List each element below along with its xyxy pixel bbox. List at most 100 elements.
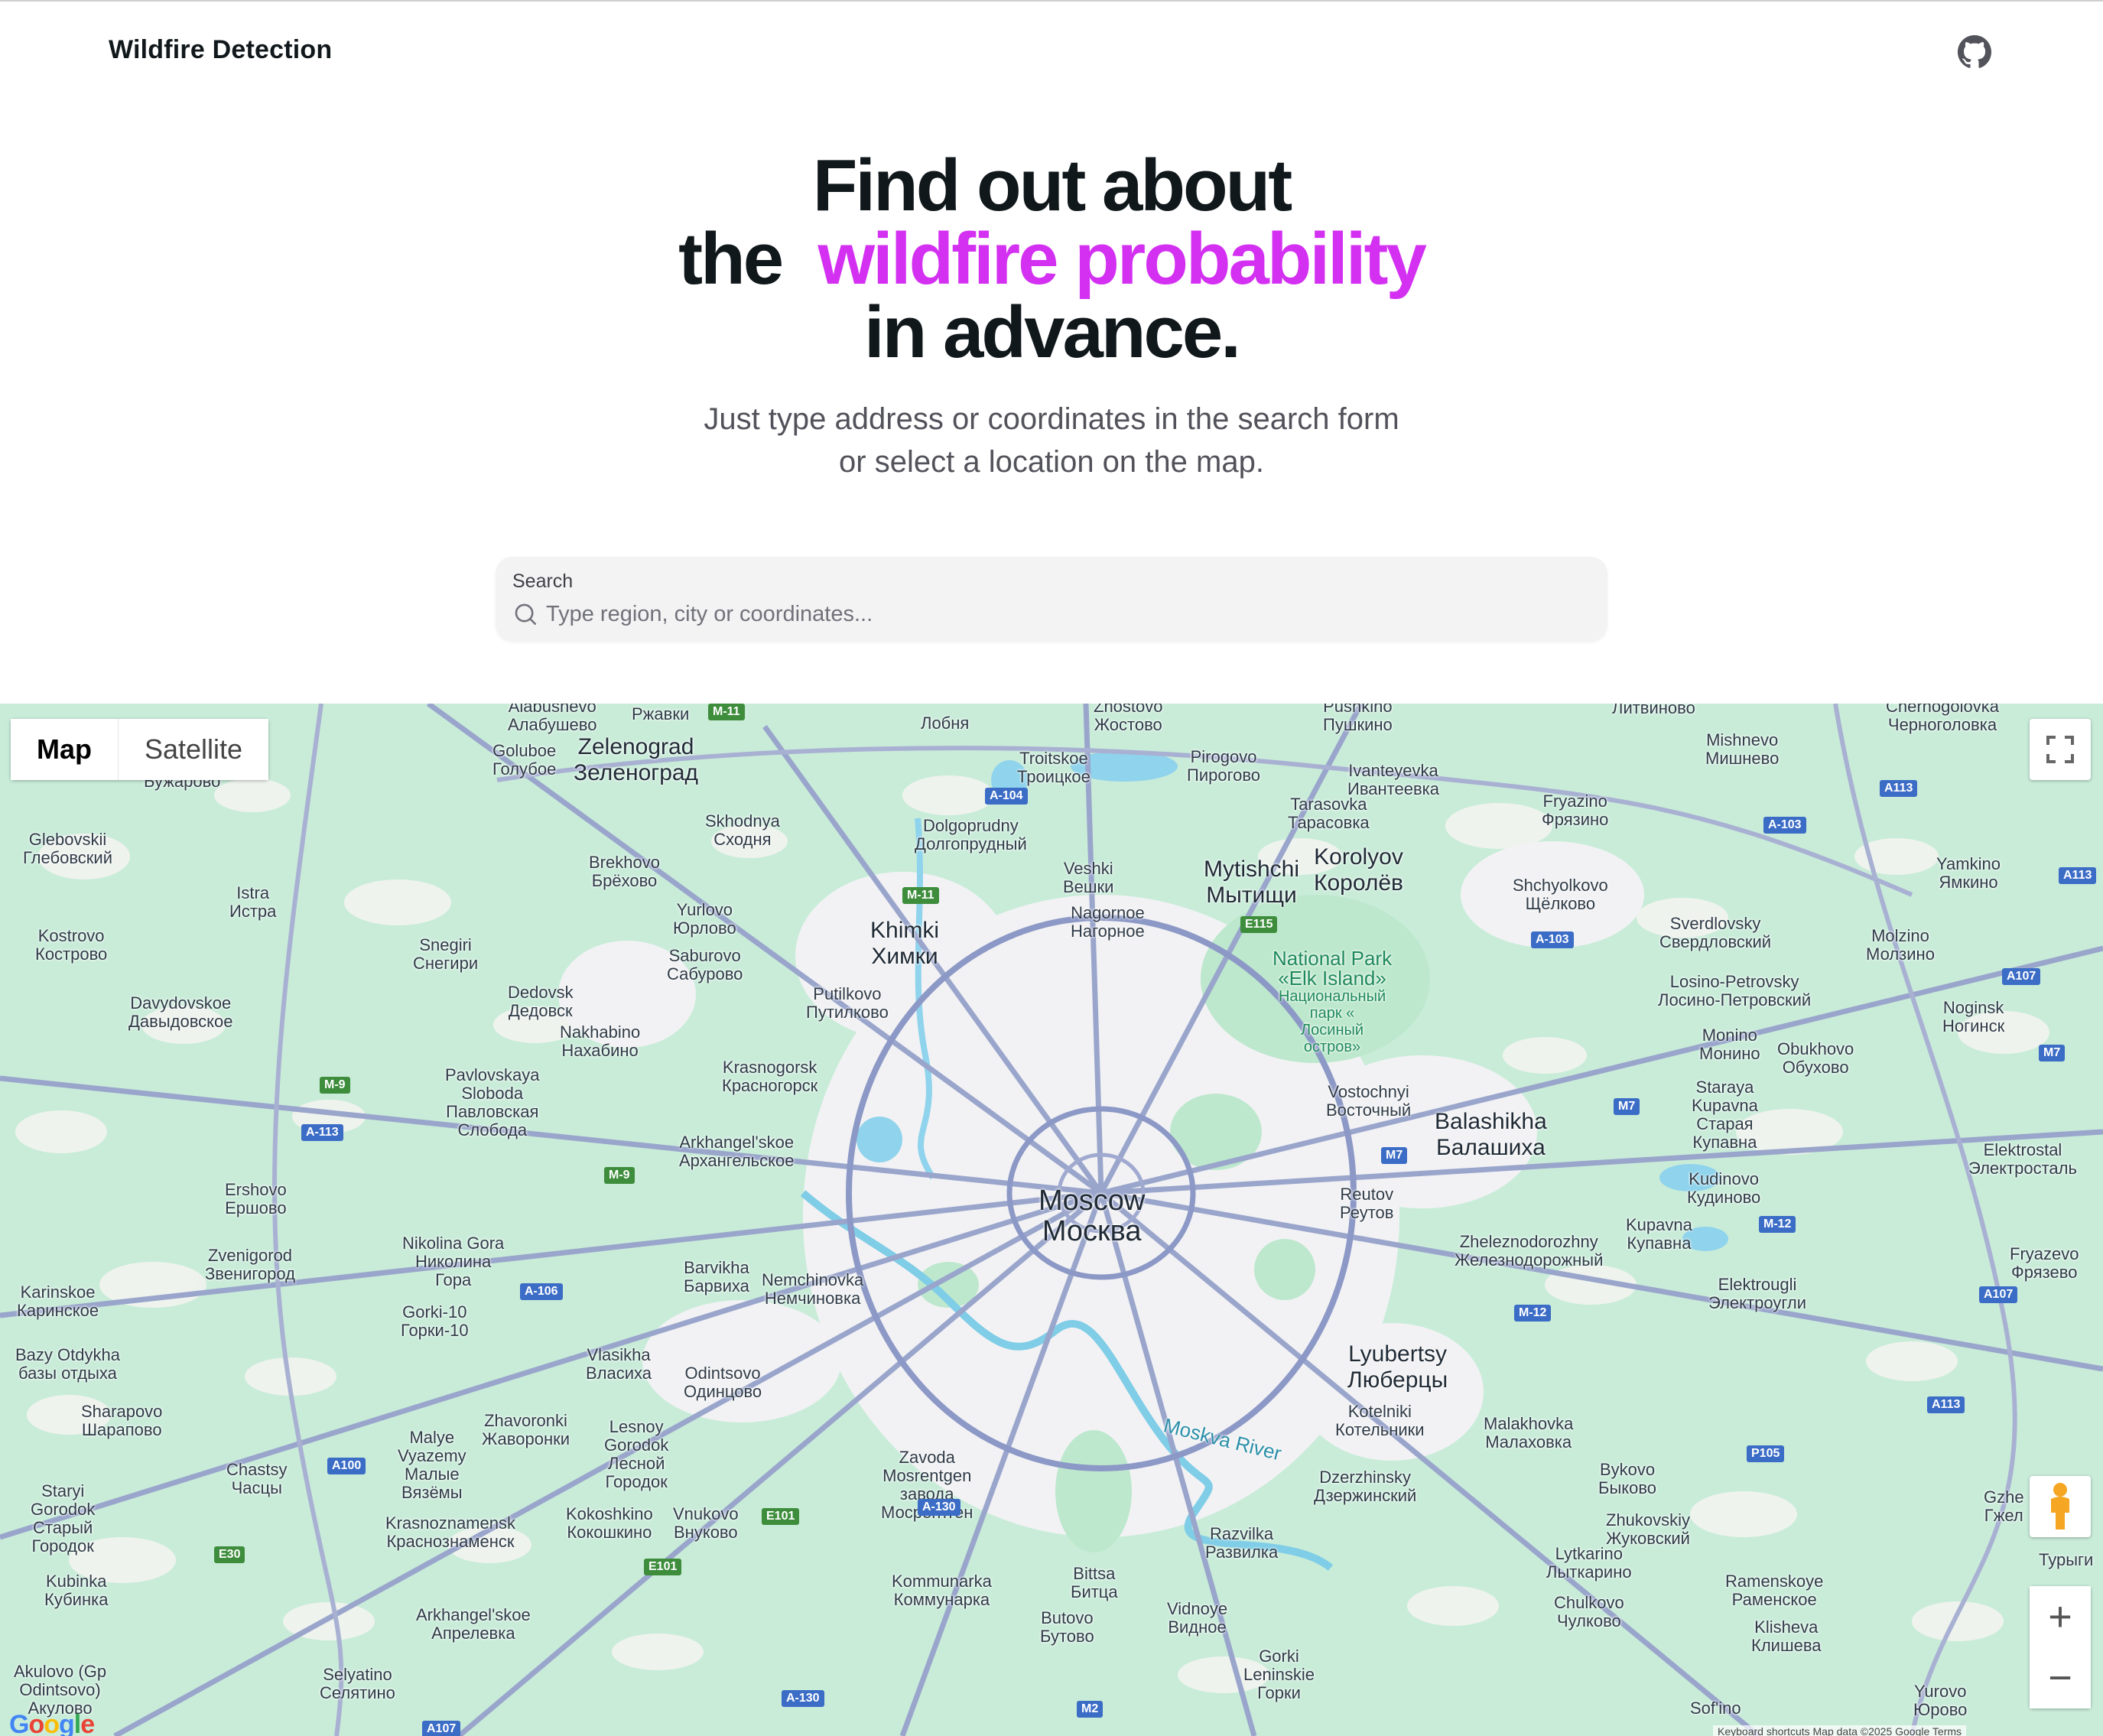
label-sverdlovsky: Sverdlovsky Свердловский <box>1659 915 1771 951</box>
label-arkhangelskoe-ru: Архангельское <box>679 1151 795 1170</box>
label-saburovo-en: Saburovo <box>668 946 741 965</box>
label-zvenigorod: Zvenigorod Звенигород <box>205 1247 295 1283</box>
label-rzhavki: Ржавки <box>632 704 690 723</box>
label-lesnoy-4: Городок <box>605 1472 668 1491</box>
label-sverdlovsky-en: Sverdlovsky <box>1669 914 1761 933</box>
label-yurlovo: Yurlovo Юрлово <box>673 901 736 938</box>
label-zhukovskiy-ru: Жуковский <box>1606 1529 1690 1548</box>
github-icon[interactable] <box>1958 35 1991 69</box>
label-fryazino-en: Fryazino <box>1542 792 1607 811</box>
label-alabushevo: Alabushevo Алабушево <box>508 704 596 734</box>
label-zhavoronki: Zhavoronki Жаворонки <box>482 1412 570 1448</box>
map-attribution[interactable]: Keyboard shortcuts Map data ©2025 Google… <box>1713 1725 1967 1736</box>
search-input[interactable] <box>546 598 1586 630</box>
label-ivanteevka: Ivanteyevka Ивантеевка <box>1347 762 1439 798</box>
label-vostochnyi: Vostochnyi Восточный <box>1326 1083 1411 1120</box>
label-obukhovo: Obukhovo Обухово <box>1777 1040 1854 1077</box>
label-zhavoronki-ru: Жаворонки <box>482 1429 570 1448</box>
label-troitskoe-en: Troitskoe <box>1019 749 1088 768</box>
google-logo[interactable]: Google <box>9 1710 95 1736</box>
road-shield: E30 <box>214 1546 245 1563</box>
label-lobnya: Лобня <box>921 714 970 733</box>
label-gzhel: Gzhe Гжел <box>1984 1488 2024 1525</box>
label-bykovo-en: Bykovo <box>1599 1460 1656 1479</box>
label-gorki10-en: Gorki-10 <box>402 1302 467 1322</box>
label-lytkarino-ru: Лыткарино <box>1546 1562 1632 1582</box>
label-istra-en: Istra <box>236 883 270 902</box>
label-kupavna-ru: Купавна <box>1627 1234 1692 1253</box>
label-davydovskoe: Davydovskoe Давыдовское <box>128 994 233 1031</box>
label-dzerzhinsky: Dzerzhinsky Дзержинский <box>1314 1468 1416 1505</box>
label-kotelniki-ru: Котельники <box>1335 1420 1425 1439</box>
hero-subtitle: Just type address or coordinates in the … <box>0 398 2103 483</box>
label-noginsk-en: Noginsk <box>1942 998 2004 1017</box>
label-pavlovskaya-3: Павловская <box>446 1102 539 1121</box>
label-staraya-kupavna-3: Старая <box>1696 1114 1754 1133</box>
road-shield: A113 <box>1880 780 1918 797</box>
label-kostrovo: Kostrovo Кострово <box>35 927 107 964</box>
label-barvikha-ru: Барвиха <box>684 1276 749 1295</box>
label-staraya-kupavna-4: Купавна <box>1692 1133 1757 1152</box>
label-krasnoznamensk-en: Krasnoznamensk <box>385 1513 515 1533</box>
label-bittsa-en: Bittsa <box>1073 1564 1116 1583</box>
label-kommunarka-en: Kommunarka <box>892 1572 992 1591</box>
road-shield: A-130 <box>918 1499 960 1516</box>
label-chernogolovka-en: Chernogolovka <box>1886 704 1999 716</box>
label-klisheva-en: Klisheva <box>1754 1617 1819 1637</box>
road-shield: A113 <box>2059 867 2097 884</box>
zoom-in-button[interactable]: + <box>2030 1586 2091 1647</box>
label-dedovsk-ru: Дедовск <box>508 1001 573 1020</box>
search-box[interactable]: Search <box>496 557 1607 641</box>
brand-title[interactable]: Wildfire Detection <box>109 35 332 65</box>
label-krasnoznamensk: Krasnoznamensk Краснознаменск <box>385 1514 515 1551</box>
fullscreen-icon <box>2046 736 2074 763</box>
label-dolgoprudny: Dolgoprudny Долгопрудный <box>915 817 1027 853</box>
road-shield: A-103 <box>1531 931 1574 948</box>
label-nikolina-1: Nikolina Gora <box>402 1234 505 1253</box>
label-kotelniki-en: Kotelniki <box>1347 1402 1412 1421</box>
label-monino: Monino Монино <box>1699 1026 1760 1063</box>
map-type-map-button[interactable]: Map <box>11 719 119 780</box>
map[interactable]: Moscow Москва Zelenograd Зеленоград Khim… <box>0 704 2103 1736</box>
map-type-satellite-button[interactable]: Satellite <box>119 719 269 780</box>
fullscreen-button[interactable] <box>2030 719 2091 780</box>
label-yamkino-en: Yamkino <box>1936 854 2001 873</box>
label-barvikha-en: Barvikha <box>684 1258 749 1277</box>
road-shield: A107 <box>422 1721 461 1736</box>
label-vlasikha-en: Vlasikha <box>587 1345 651 1364</box>
road-shield: M-11 <box>902 887 939 904</box>
label-lyubertsy: Lyubertsy Люберцы <box>1347 1341 1448 1393</box>
zoom-out-button[interactable]: − <box>2030 1647 2091 1708</box>
label-kupavna-en: Kupavna <box>1626 1215 1692 1234</box>
label-nikolina-2: Николина <box>414 1252 492 1271</box>
hero-title: Find out about the wildfire probability … <box>0 149 2103 369</box>
label-yurlovo-ru: Юрлово <box>673 918 736 938</box>
hero-accent: wildfire probability <box>817 218 1426 300</box>
label-zelenograd-en: Zelenograd <box>577 734 694 759</box>
label-klisheva-ru: Клишева <box>1751 1636 1822 1655</box>
label-chulkovo-ru: Чулково <box>1556 1611 1621 1630</box>
label-losino-en: Losino-Petrovsky <box>1669 972 1799 991</box>
label-pavlovskaya-2: Sloboda <box>461 1084 524 1103</box>
road-shield: A100 <box>327 1458 366 1474</box>
label-glebovskii-ru: Глебовский <box>23 848 112 867</box>
label-skhodnya-ru: Сходня <box>713 830 772 849</box>
label-mishnevo-ru: Мишнево <box>1705 749 1780 768</box>
label-arkhangelskoe: Arkhangel'skoe Архангельское <box>679 1133 795 1170</box>
label-snegiri-ru: Снегири <box>413 954 479 973</box>
label-nakhabino-en: Nakhabino <box>560 1022 641 1042</box>
label-zheleznodorozhny-en: Zheleznodorozhny <box>1459 1232 1598 1251</box>
label-zhukovskiy-en: Zhukovskiy <box>1606 1510 1691 1530</box>
label-malakhovka: Malakhovka Малаховка <box>1484 1415 1573 1452</box>
label-bykovo-ru: Быково <box>1598 1478 1657 1497</box>
label-troitskoe: Troitskoe Троицкое <box>1017 749 1091 786</box>
label-pavlovskaya-4: Слобода <box>457 1120 528 1139</box>
label-mytishchi: Mytishchi Мытищи <box>1204 857 1299 909</box>
label-fryazevo-ru: Фрязево <box>2011 1263 2078 1282</box>
zoom-control: + − <box>2030 1586 2091 1708</box>
label-saburovo: Saburovo Сабурово <box>667 947 743 983</box>
navbar: Wildfire Detection <box>0 2 2103 99</box>
street-view-pegman-button[interactable] <box>2030 1476 2091 1537</box>
label-balashikha-ru: Балашиха <box>1436 1135 1546 1160</box>
hero-line-1: Find out about <box>812 145 1292 226</box>
